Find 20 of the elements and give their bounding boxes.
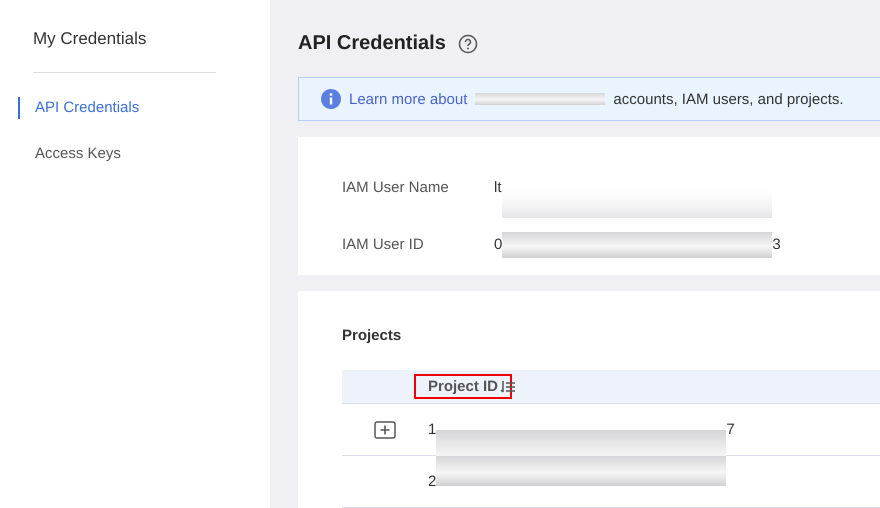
- expand-icon[interactable]: [374, 420, 396, 438]
- table-cell: 1: [428, 421, 436, 438]
- table-cell: 2: [428, 473, 436, 490]
- column-header[interactable]: Project ID: [414, 374, 512, 399]
- field-label: IAM User Name: [342, 179, 450, 196]
- field-value: 3: [772, 236, 781, 254]
- sidebar-item[interactable]: API Credentials: [18, 97, 270, 119]
- sidebar-item[interactable]: Access Keys: [18, 143, 270, 165]
- field-value: lt: [494, 179, 502, 196]
- section-title: Projects: [342, 327, 402, 344]
- page-title: API Credentials: [298, 32, 446, 56]
- field-value: 0: [494, 236, 502, 254]
- learn-more-link[interactable]: Learn more about: [349, 90, 468, 108]
- sort-icon[interactable]: [500, 380, 516, 394]
- sidebar-title: My Credentials: [33, 29, 148, 49]
- table-cell: 7: [726, 421, 735, 438]
- field-label: IAM User ID: [342, 236, 425, 254]
- help-icon[interactable]: [458, 34, 478, 54]
- info-icon: [321, 89, 341, 110]
- banner-text: accounts, IAM users, and projects.: [613, 90, 844, 108]
